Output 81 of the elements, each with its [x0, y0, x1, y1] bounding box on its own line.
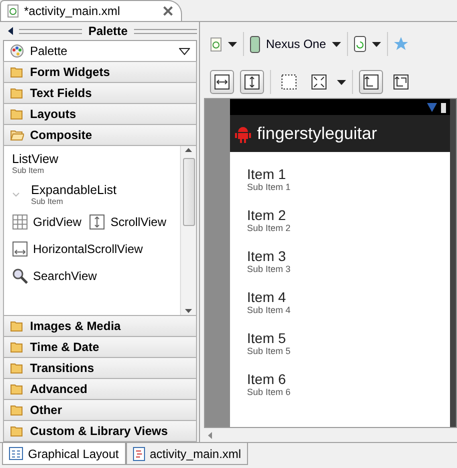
- list-item-title: Item 2: [247, 207, 287, 223]
- palette-icon: [10, 44, 24, 58]
- caret-icon: [332, 42, 342, 46]
- view-toggle-button[interactable]: [240, 70, 264, 94]
- scrollbar[interactable]: [180, 146, 196, 315]
- folder-icon: [10, 383, 24, 395]
- folder-icon: [10, 341, 24, 353]
- category-header[interactable]: Images & Media: [3, 315, 197, 337]
- battery-icon: [441, 102, 446, 112]
- view-toggle-button[interactable]: [210, 70, 234, 94]
- vertical-arrows-icon: [244, 74, 260, 90]
- caret-icon: [337, 80, 346, 84]
- document-icon: [132, 446, 145, 460]
- palette-widget[interactable]: ListView Sub Item: [12, 152, 172, 175]
- layout-icon: [393, 74, 409, 90]
- palette-selector[interactable]: Palette: [3, 40, 197, 62]
- palette-widget[interactable]: ScrollView: [89, 214, 166, 230]
- android-icon: [235, 124, 251, 142]
- layout-icon: [9, 447, 23, 460]
- vertical-arrows-icon: [89, 214, 106, 230]
- category-header[interactable]: Form Widgets: [3, 61, 197, 83]
- list-item-subtitle: Sub Item 1: [247, 182, 292, 192]
- list-item-title: Item 1: [247, 166, 287, 182]
- list-item-subtitle: Sub Item 2: [247, 223, 292, 233]
- dotted-square-icon: [281, 74, 297, 90]
- list-item-title: Item 3: [247, 248, 287, 264]
- palette-widget[interactable]: GridView: [12, 214, 82, 230]
- category-header[interactable]: Time & Date: [3, 336, 197, 358]
- category-header[interactable]: Advanced: [3, 378, 197, 400]
- device-selector[interactable]: Nexus One: [250, 36, 342, 52]
- horizontal-arrows-icon: [214, 74, 230, 90]
- list-item-title: Item 5: [247, 330, 287, 346]
- layout-icon: [363, 74, 379, 90]
- caret-icon: [228, 42, 237, 46]
- folder-icon: [10, 66, 24, 78]
- editor-mode-tab[interactable]: activity_main.xml: [126, 443, 248, 465]
- palette-widget[interactable]: SearchView: [12, 268, 97, 284]
- expand-icon: [311, 74, 327, 90]
- file-icon[interactable]: [210, 36, 222, 52]
- rotate-icon[interactable]: [354, 36, 366, 52]
- folder-icon: [10, 404, 24, 416]
- left-arrow-icon[interactable]: [208, 432, 212, 438]
- collapse-arrow-icon[interactable]: [8, 27, 13, 35]
- file-icon: [7, 4, 19, 18]
- category-header[interactable]: Transitions: [3, 357, 197, 379]
- list-item-title: Item 6: [247, 371, 287, 387]
- app-title: fingerstyleguitar: [257, 124, 378, 144]
- view-toggle-button[interactable]: [359, 70, 383, 94]
- chevron-icon: [12, 192, 20, 197]
- up-arrow-icon[interactable]: [185, 148, 192, 152]
- list-item-title: Item 4: [247, 289, 287, 305]
- palette-title: Palette: [88, 24, 128, 38]
- folder-icon: [10, 87, 24, 99]
- list-item-subtitle: Sub Item 5: [247, 346, 292, 356]
- category-header[interactable]: Custom & Library Views: [3, 420, 197, 442]
- list-item-subtitle: Sub Item 6: [247, 387, 292, 397]
- folder-icon: [10, 425, 24, 437]
- grid-icon: [12, 214, 28, 230]
- close-icon[interactable]: [163, 6, 173, 16]
- editor-mode-tab[interactable]: Graphical Layout: [2, 443, 126, 465]
- palette-widget[interactable]: HorizontalScrollView: [12, 240, 143, 256]
- down-arrow-icon[interactable]: [185, 309, 192, 313]
- phone-icon: [250, 36, 260, 52]
- category-header[interactable]: Layouts: [3, 103, 197, 125]
- category-header[interactable]: Text Fields: [3, 82, 197, 104]
- search-icon: [12, 268, 28, 284]
- dropdown-icon: [179, 48, 190, 54]
- list-item-subtitle: Sub Item 4: [247, 305, 292, 315]
- list-item-subtitle: Sub Item 3: [247, 264, 292, 274]
- folder-icon: [10, 362, 24, 374]
- editor-tab[interactable]: *activity_main.xml: [0, 0, 182, 21]
- open-folder-icon: [10, 129, 24, 141]
- folder-icon: [10, 320, 24, 332]
- palette-widget[interactable]: ExpandableList Sub Item: [31, 183, 116, 206]
- category-header[interactable]: Composite: [3, 124, 197, 146]
- star-icon[interactable]: [394, 37, 408, 51]
- caret-icon: [372, 42, 382, 46]
- folder-icon: [10, 108, 24, 120]
- signal-icon: [427, 102, 437, 112]
- category-header[interactable]: Other: [3, 399, 197, 421]
- horizontal-arrows-icon: [12, 240, 28, 256]
